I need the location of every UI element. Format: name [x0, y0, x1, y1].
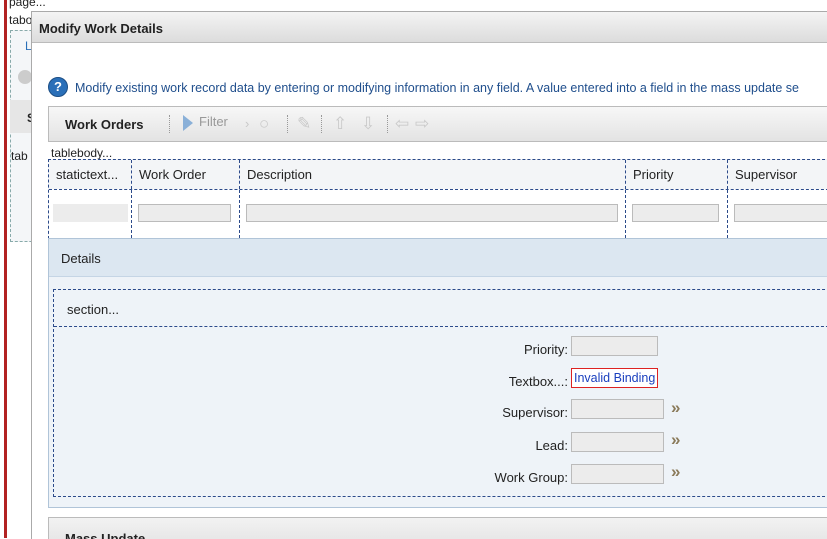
section-label: section...: [67, 302, 120, 317]
section-divider: [54, 326, 827, 327]
filter-arrow-icon: [183, 114, 193, 131]
details-section: section... Priority: Textbox...: Invalid…: [53, 289, 827, 497]
toolbar-separator: [287, 115, 289, 133]
work-orders-toolbar: Work Orders Filter › ○ ✎ ⇧ ⇩ ⇦ ⇨: [48, 106, 827, 142]
table-cell: [132, 190, 240, 238]
edit-icon[interactable]: ✎: [297, 115, 311, 133]
background-page-label: page...: [9, 0, 46, 9]
background-table-label: tab: [11, 149, 28, 163]
search-icon[interactable]: ○: [259, 115, 269, 133]
priority-label: Priority:: [523, 342, 568, 357]
details-panel: Details section... Priority: Textbox...:…: [48, 238, 827, 508]
supervisor-cell-input[interactable]: [734, 204, 827, 222]
help-text: Modify existing work record data by ente…: [75, 81, 800, 95]
priority-cell-input[interactable]: [632, 204, 719, 222]
next-icon[interactable]: ⇨: [415, 115, 429, 133]
description-input[interactable]: [246, 204, 618, 222]
table-cell: [240, 190, 626, 238]
filter-label: Filter: [199, 114, 228, 129]
help-icon[interactable]: ?: [48, 77, 68, 97]
left-edge-bar: [4, 0, 7, 538]
textbox-invalid-binding[interactable]: Invalid Binding: [571, 368, 659, 388]
toolbar-separator: [169, 115, 171, 133]
static-cell-value: [53, 204, 128, 222]
table-cell: [728, 190, 827, 238]
column-header-description[interactable]: Description: [240, 160, 626, 189]
background-tab-label: tabo: [9, 13, 33, 27]
toolbar-title: Work Orders: [65, 117, 144, 132]
column-header-supervisor[interactable]: Supervisor: [728, 160, 827, 189]
work-orders-table: statictext... Work Order Description Pri…: [48, 159, 827, 239]
work-group-input[interactable]: [571, 464, 664, 484]
move-up-icon[interactable]: ⇧: [333, 115, 347, 133]
chevron-right-icon[interactable]: ›: [245, 115, 249, 133]
supervisor-label: Supervisor:: [502, 405, 568, 420]
filter-button[interactable]: Filter: [183, 114, 228, 131]
toolbar-separator: [321, 115, 323, 133]
column-header-priority[interactable]: Priority: [626, 160, 728, 189]
column-header-work-order[interactable]: Work Order: [132, 160, 240, 189]
lead-input[interactable]: [571, 432, 664, 452]
priority-input[interactable]: [571, 336, 658, 356]
work-group-lookup-icon[interactable]: »: [671, 463, 680, 481]
work-group-label: Work Group:: [494, 470, 568, 485]
background-circle-icon: [18, 70, 32, 84]
textbox-label: Textbox...:: [508, 374, 568, 389]
table-cell: [49, 190, 132, 238]
move-down-icon[interactable]: ⇩: [361, 115, 375, 133]
supervisor-input[interactable]: [571, 399, 664, 419]
details-header[interactable]: Details: [49, 239, 827, 277]
work-order-input[interactable]: [138, 204, 231, 222]
dialog-title[interactable]: Modify Work Details: [32, 12, 827, 43]
modify-work-details-dialog: Modify Work Details ? Modify existing wo…: [31, 11, 827, 539]
table-cell: [626, 190, 728, 238]
mass-update-panel[interactable]: Mass Update: [48, 517, 827, 539]
previous-icon[interactable]: ⇦: [395, 115, 409, 133]
tablebody-label: tablebody...: [51, 146, 113, 160]
lead-lookup-icon[interactable]: »: [671, 431, 680, 449]
table-row: [49, 189, 827, 238]
column-header-statictext[interactable]: statictext...: [49, 160, 132, 189]
toolbar-separator: [387, 115, 389, 133]
lead-label: Lead:: [535, 438, 568, 453]
supervisor-lookup-icon[interactable]: »: [671, 399, 680, 417]
